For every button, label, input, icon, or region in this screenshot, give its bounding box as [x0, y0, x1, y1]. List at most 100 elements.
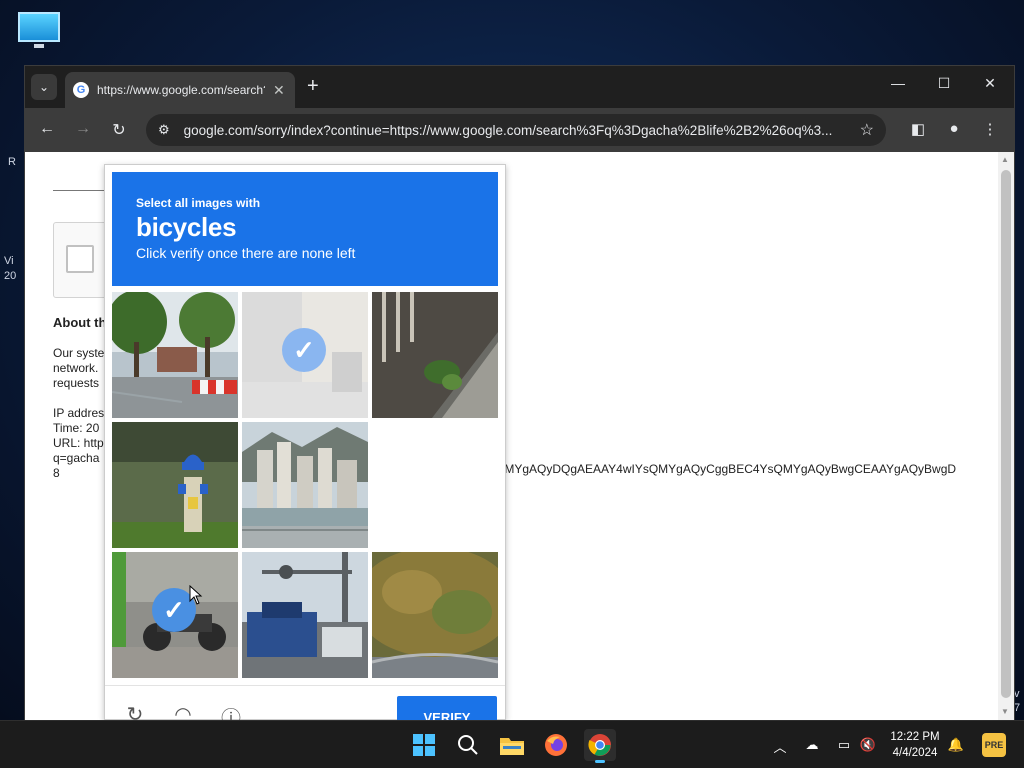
network-monitor-icon[interactable]: ▭ — [834, 737, 854, 753]
chrome-button[interactable] — [584, 729, 616, 763]
tile-image — [112, 422, 238, 548]
notification-bell-icon[interactable]: 🔔 — [946, 737, 966, 753]
tab-strip: ⌄ G https://www.google.com/search?q ✕ + … — [25, 66, 1014, 108]
captcha-tile[interactable] — [372, 552, 498, 678]
onedrive-cloud-icon[interactable]: ☁ — [802, 737, 822, 753]
chevron-down-icon: ⌄ — [38, 80, 50, 94]
volume-muted-icon[interactable]: 🔇 — [858, 737, 878, 753]
mouse-cursor-icon — [189, 585, 203, 605]
reload-button[interactable]: ↻ — [108, 120, 130, 140]
arrow-right-icon: → — [75, 120, 91, 137]
headphones-icon[interactable]: ◠ — [171, 702, 195, 720]
detail-line: Time: 20 — [53, 421, 100, 435]
copilot-pre-icon[interactable]: PRE — [982, 733, 1006, 757]
this-pc-icon[interactable] — [16, 10, 62, 50]
captcha-tile[interactable] — [112, 292, 238, 418]
scroll-down-icon[interactable]: ▼ — [1001, 707, 1009, 716]
address-url[interactable]: google.com/sorry/index?continue=https://… — [184, 123, 852, 138]
monitor-stand — [34, 44, 44, 48]
about-heading: About th — [53, 315, 107, 330]
forward-button[interactable]: → — [72, 120, 94, 138]
menu-kebab-icon[interactable]: ⋮ — [979, 120, 1001, 138]
clock-time: 12:22 PM — [890, 731, 940, 743]
plus-icon: + — [307, 75, 319, 97]
search-button[interactable] — [452, 729, 484, 761]
desktop-edge-text: 7 — [1014, 702, 1021, 714]
captcha-keyword: bicycles — [136, 212, 237, 242]
active-indicator — [595, 760, 605, 763]
detail-line: 8 — [53, 466, 60, 480]
minimize-button[interactable]: — — [883, 75, 913, 91]
captcha-tile[interactable] — [242, 422, 368, 548]
checkmark-icon: ✓ — [282, 328, 326, 372]
captcha-header: Select all images with bicycles Click ve… — [112, 172, 498, 286]
tab-search-button[interactable]: ⌄ — [31, 74, 57, 100]
monitor-screen — [18, 12, 60, 42]
captcha-tile-loading[interactable] — [372, 422, 498, 548]
tile-image — [242, 422, 368, 548]
long-url-fragment: QMYgAQyDQgAEAAY4wIYsQMYgAQyCggBEC4YsQMYg… — [495, 462, 957, 476]
search-icon — [458, 735, 478, 755]
firefox-icon — [545, 734, 567, 756]
desktop-edge-text: v — [1014, 688, 1020, 700]
detail-line: q=gacha — [53, 451, 100, 465]
captcha-challenge: Select all images with bicycles Click ve… — [104, 164, 506, 720]
system-clock[interactable]: 12:22 PM 4/4/2024 — [882, 729, 948, 761]
taskbar: ︿ ☁ ▭ 🔇 12:22 PM 4/4/2024 🔔 PRE — [0, 720, 1024, 768]
scrollbar-thumb[interactable] — [1001, 170, 1011, 698]
profile-icon[interactable]: ● — [943, 120, 965, 137]
site-info-icon[interactable]: ⚙ — [158, 122, 170, 138]
bookmark-star-icon[interactable]: ☆ — [860, 120, 874, 140]
captcha-footer: ↻ ◠ ⓘ VERIFY — [105, 685, 505, 720]
chrome-icon — [588, 734, 611, 756]
clock-date: 4/4/2024 — [892, 747, 938, 759]
paragraph-line: requests — [53, 376, 100, 390]
browser-window: ⌄ G https://www.google.com/search?q ✕ + … — [25, 66, 1014, 720]
address-bar[interactable]: ⚙ google.com/sorry/index?continue=https:… — [146, 114, 886, 146]
paragraph-line: network. — [53, 361, 99, 375]
desktop-edge-text: 20 — [4, 270, 17, 282]
captcha-instruction: Select all images with — [136, 196, 261, 210]
tile-image — [112, 292, 238, 418]
captcha-tile[interactable] — [112, 422, 238, 548]
reload-challenge-icon[interactable]: ↻ — [123, 702, 147, 720]
detail-line: URL: http — [53, 436, 104, 450]
browser-toolbar: ← → ↻ ⚙ google.com/sorry/index?continue=… — [25, 108, 1014, 152]
tile-image — [372, 292, 498, 418]
captcha-subinstruction: Click verify once there are none left — [136, 245, 356, 261]
back-button[interactable]: ← — [36, 120, 58, 138]
captcha-tile-selected[interactable]: ✓ — [112, 552, 238, 678]
info-icon[interactable]: ⓘ — [219, 702, 243, 720]
recaptcha-checkbox[interactable] — [66, 245, 94, 273]
tile-image — [372, 552, 498, 678]
file-explorer-icon — [500, 738, 524, 755]
captcha-tile[interactable] — [372, 292, 498, 418]
paragraph-line: Our syste — [53, 346, 105, 360]
file-explorer-button[interactable] — [496, 729, 528, 761]
tile-image — [242, 552, 368, 678]
verify-button[interactable]: VERIFY — [397, 696, 497, 720]
new-tab-button[interactable]: + — [307, 75, 319, 98]
browser-tab[interactable]: G https://www.google.com/search?q ✕ — [65, 72, 295, 108]
page-content: About th Our syste network. requests IP … — [25, 152, 1014, 720]
captcha-tile-selected[interactable]: ✓ — [242, 292, 368, 418]
side-panel-icon[interactable]: ◧ — [907, 120, 929, 138]
vertical-scrollbar[interactable]: ▲ ▼ — [998, 152, 1014, 720]
google-favicon-icon: G — [73, 82, 89, 98]
desktop-edge-text: R — [8, 156, 16, 168]
show-hidden-icons-chevron-up-icon[interactable]: ︿ — [770, 737, 790, 756]
start-icon — [413, 734, 435, 756]
captcha-grid: ✓ ✓ — [112, 292, 498, 678]
detail-line: IP addres — [53, 406, 105, 420]
arrow-left-icon: ← — [39, 120, 55, 137]
firefox-button[interactable] — [540, 729, 572, 761]
desktop-edge-text: Vi — [4, 255, 14, 267]
tab-title: https://www.google.com/search?q — [97, 83, 265, 97]
tab-close-icon[interactable]: ✕ — [273, 82, 285, 99]
start-button[interactable] — [408, 729, 440, 761]
reload-icon: ↻ — [112, 122, 126, 139]
close-window-button[interactable]: ✕ — [975, 75, 1005, 92]
maximize-button[interactable]: ☐ — [929, 75, 959, 92]
scroll-up-icon[interactable]: ▲ — [1001, 155, 1009, 164]
captcha-tile[interactable] — [242, 552, 368, 678]
